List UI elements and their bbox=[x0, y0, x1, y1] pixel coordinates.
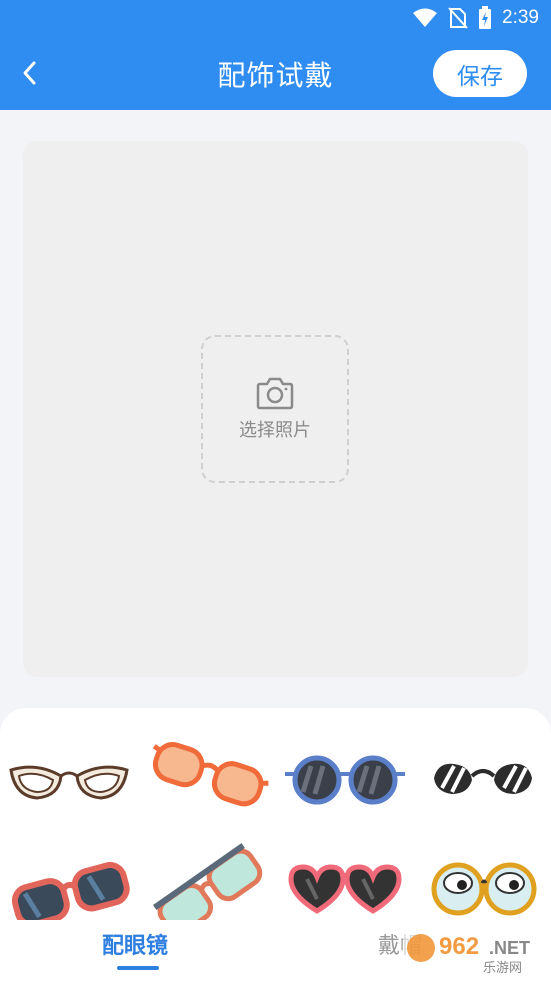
glasses-icon bbox=[285, 755, 405, 805]
status-time: 2:39 bbox=[502, 7, 539, 28]
accessory-item-striped-sunglasses[interactable] bbox=[414, 728, 551, 828]
tab-indicator bbox=[117, 966, 159, 970]
glasses-icon bbox=[9, 765, 129, 800]
status-bar: 2:39 bbox=[0, 0, 551, 36]
glasses-icon bbox=[11, 862, 130, 928]
accessory-item-orange-sunglasses[interactable] bbox=[138, 728, 276, 828]
select-photo-label: 选择照片 bbox=[239, 420, 311, 441]
watermark-logo: 962 .NET 乐游网 bbox=[403, 928, 543, 976]
svg-text:乐游网: 乐游网 bbox=[483, 961, 522, 976]
accessory-item-cat-eye-glasses[interactable] bbox=[0, 728, 138, 828]
app-bar: 配饰试戴 保存 bbox=[0, 36, 551, 110]
photo-canvas[interactable]: 选择照片 bbox=[23, 141, 528, 677]
accessory-grid bbox=[0, 728, 551, 933]
tab-glasses[interactable]: 配眼镜 bbox=[102, 928, 168, 960]
status-icons: 2:39 bbox=[412, 6, 539, 30]
accessory-item-round-blue-sunglasses[interactable] bbox=[276, 728, 414, 828]
glasses-icon bbox=[288, 864, 402, 914]
glasses-icon bbox=[434, 763, 532, 794]
no-sim-icon bbox=[448, 7, 468, 29]
glasses-icon bbox=[431, 862, 537, 916]
save-button[interactable]: 保存 bbox=[433, 50, 527, 97]
select-photo-button[interactable]: 选择照片 bbox=[201, 335, 349, 483]
glasses-icon bbox=[152, 742, 269, 807]
camera-icon bbox=[256, 377, 294, 410]
svg-text:.NET: .NET bbox=[489, 938, 530, 958]
svg-text:962: 962 bbox=[439, 933, 479, 960]
wifi-icon bbox=[413, 8, 438, 27]
battery-charging-icon bbox=[479, 6, 492, 29]
